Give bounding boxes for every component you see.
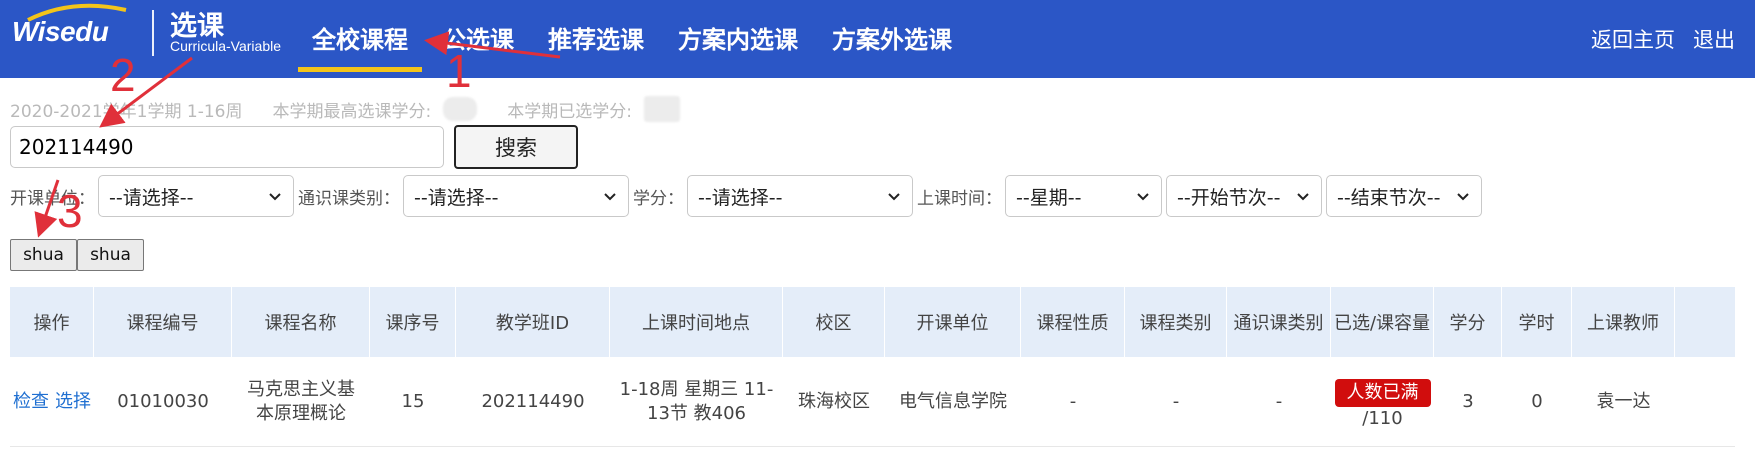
chevron-down-icon: [269, 193, 281, 201]
search-button[interactable]: 搜索: [454, 125, 578, 169]
annotation-number-2: 2: [110, 49, 136, 101]
select-link[interactable]: 选择: [55, 390, 91, 414]
tab-out-of-plan[interactable]: 方案外选课: [832, 0, 952, 78]
col-header-course-name: 课程名称: [232, 287, 370, 357]
capacity-value: /110: [1362, 407, 1403, 429]
chevron-down-icon: [888, 193, 900, 201]
max-credit-label: 本学期最高选课学分:: [272, 101, 432, 122]
table-row: 检查 选择 01010030 马克思主义基本原理概论 15 202114490 …: [10, 357, 1735, 447]
course-table: 操作 课程编号 课程名称 课序号 教学班ID 上课时间地点 校区 开课单位 课程…: [10, 287, 1735, 447]
main-nav: 全校课程 公选课 推荐选课 方案内选课 方案外选课: [298, 0, 986, 78]
col-header-time-place: 上课时间地点: [610, 287, 783, 357]
shua-button-1[interactable]: shua: [10, 239, 77, 271]
app-subtitle: Curricula-Variable: [170, 38, 282, 54]
filter-credit-label: 学分：: [633, 188, 684, 209]
logo-divider: [152, 10, 154, 56]
filter-ge-value: --请选择--: [414, 186, 499, 209]
max-credit-value-redacted: [443, 97, 478, 121]
col-header-ops: 操作: [10, 287, 94, 357]
filter-dept-value: --请选择--: [109, 186, 194, 209]
tab-all-courses[interactable]: 全校课程: [298, 0, 422, 78]
cell-capacity: 人数已满 /110: [1331, 357, 1434, 446]
filter-bar: 开课单位： --请选择-- 通识课类别： --请选择-- 学分： --请选择--…: [10, 174, 1486, 218]
cell-campus: 珠海校区: [798, 390, 870, 412]
col-header-seq: 课序号: [370, 287, 456, 357]
cell-credit: 3: [1462, 390, 1474, 412]
cell-nature: -: [1069, 390, 1077, 412]
tab-recommended[interactable]: 推荐选课: [548, 0, 644, 78]
col-header-nature: 课程性质: [1021, 287, 1125, 357]
chevron-down-icon: [1457, 193, 1469, 201]
col-header-teacher: 上课教师: [1572, 287, 1675, 357]
filter-start-period-value: --开始节次--: [1177, 186, 1281, 209]
header-links: 返回主页 退出: [1591, 24, 1735, 54]
annotation-number-3: 3: [57, 185, 83, 237]
filter-ge-select[interactable]: --请选择--: [403, 175, 629, 217]
col-header-ge-category: 通识课类别: [1227, 287, 1331, 357]
logout-link[interactable]: 退出: [1693, 24, 1735, 54]
cell-ge-category: -: [1275, 390, 1283, 412]
cell-category: -: [1172, 390, 1180, 412]
cell-teacher: 袁一达: [1596, 390, 1651, 412]
col-header-hours: 学时: [1502, 287, 1572, 357]
cell-dept: 电气信息学院: [899, 390, 1007, 412]
selected-credit-label: 本学期已选学分:: [507, 101, 632, 122]
filter-end-period-value: --结束节次--: [1337, 186, 1441, 209]
chevron-down-icon: [1137, 193, 1149, 201]
status-badge: 人数已满: [1334, 378, 1431, 407]
table-header: 操作 课程编号 课程名称 课序号 教学班ID 上课时间地点 校区 开课单位 课程…: [10, 287, 1735, 357]
cell-course-no: 01010030: [117, 390, 209, 412]
home-link[interactable]: 返回主页: [1591, 24, 1675, 54]
filter-end-period-select[interactable]: --结束节次--: [1326, 175, 1482, 217]
tab-in-plan[interactable]: 方案内选课: [678, 0, 798, 78]
col-header-capacity: 已选/课容量: [1331, 287, 1434, 357]
filter-ge-label: 通识课类别：: [298, 188, 400, 209]
filter-time-label: 上课时间：: [917, 188, 1002, 209]
col-header-campus: 校区: [783, 287, 885, 357]
logo-wisedu: Wisedu: [12, 16, 109, 47]
filter-weekday-value: --星期--: [1016, 186, 1082, 209]
selected-credit-value-redacted: [643, 96, 680, 122]
cell-course-name: 马克思主义基本原理概论: [247, 378, 355, 424]
filter-start-period-select[interactable]: --开始节次--: [1166, 175, 1322, 217]
filter-weekday-select[interactable]: --星期--: [1005, 175, 1162, 217]
cell-class-id: 202114490: [481, 390, 585, 412]
col-header-dept: 开课单位: [885, 287, 1021, 357]
filter-credit-value: --请选择--: [698, 186, 783, 209]
cell-ops: 检查 选择: [10, 357, 94, 446]
cell-time-place: 1-18周 星期三 11-13节 教406: [619, 378, 774, 424]
col-header-class-id: 教学班ID: [456, 287, 610, 357]
check-link[interactable]: 检查: [13, 390, 49, 414]
cell-seq: 15: [401, 390, 425, 412]
chevron-down-icon: [1297, 193, 1309, 201]
annotation-number-1: 1: [446, 45, 472, 97]
filter-credit-select[interactable]: --请选择--: [687, 175, 913, 217]
cell-hours: 0: [1531, 390, 1543, 412]
chevron-down-icon: [604, 193, 616, 201]
col-header-course-no: 课程编号: [94, 287, 232, 357]
shua-button-2[interactable]: shua: [77, 239, 144, 271]
col-header-credit: 学分: [1434, 287, 1502, 357]
top-navbar: Wisedu 选课 Curricula-Variable 全校课程 公选课 推荐…: [0, 0, 1755, 78]
search-input[interactable]: [10, 126, 444, 168]
col-header-category: 课程类别: [1125, 287, 1227, 357]
filter-dept-select[interactable]: --请选择--: [98, 175, 294, 217]
